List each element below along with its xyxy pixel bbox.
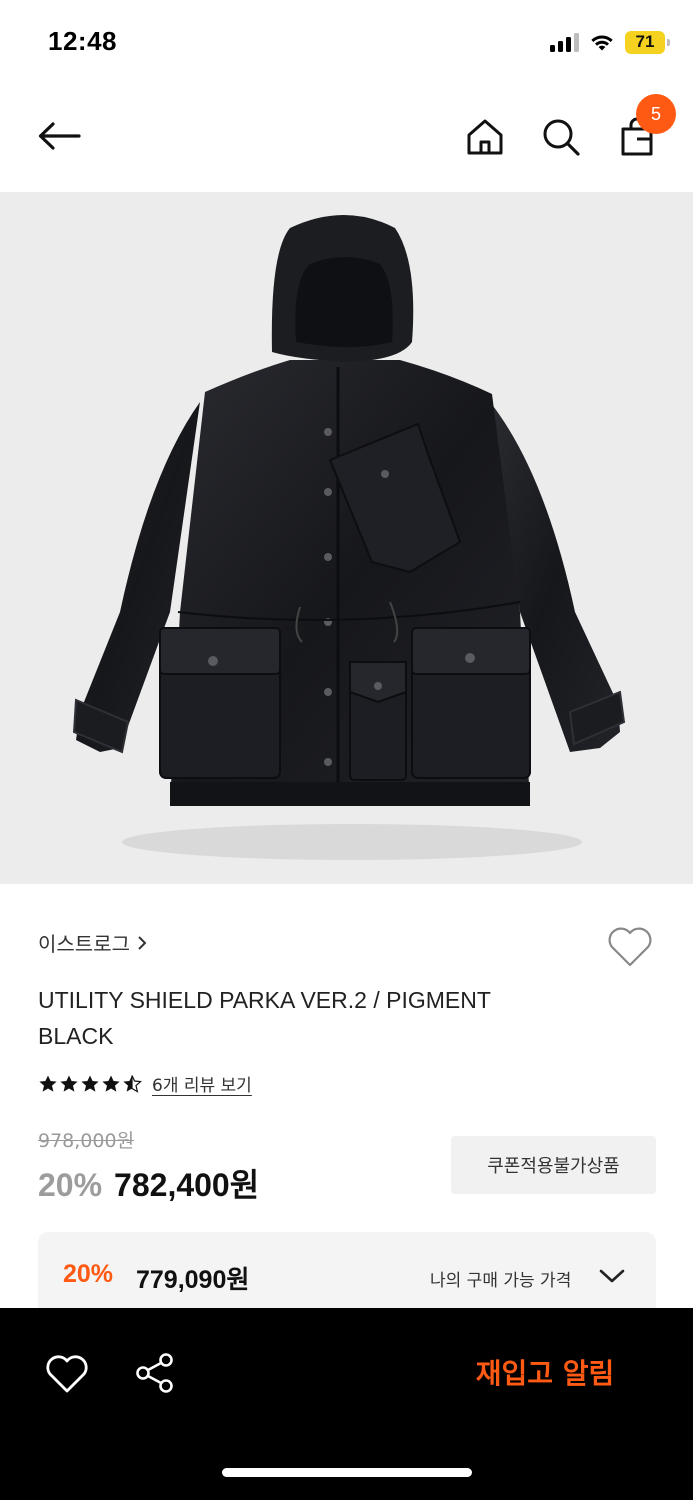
home-icon bbox=[467, 119, 503, 155]
product-title: UTILITY SHIELD PARKA VER.2 / PIGMENT BLA… bbox=[38, 982, 598, 1054]
my-price-value: 779,090원 bbox=[136, 1266, 250, 1294]
product-image[interactable] bbox=[0, 192, 693, 884]
heart-icon bbox=[46, 1355, 88, 1393]
home-button[interactable] bbox=[462, 114, 508, 160]
status-bar: 12:48 71 bbox=[0, 0, 693, 86]
bottom-action-bar: 재입고 알림 bbox=[0, 1308, 693, 1500]
status-icons: 71 bbox=[550, 29, 670, 55]
review-link[interactable]: 6개 리뷰 보기 bbox=[152, 1071, 252, 1096]
discount-rate: 20% bbox=[38, 1167, 103, 1203]
bottom-wishlist-button[interactable] bbox=[44, 1352, 90, 1398]
top-nav bbox=[0, 86, 693, 192]
original-price: 978,000원 bbox=[38, 1130, 135, 1152]
share-icon bbox=[136, 1353, 173, 1393]
wifi-icon bbox=[591, 35, 613, 51]
cart-count-badge: 5 bbox=[636, 94, 676, 134]
product-title-line-1: UTILITY SHIELD PARKA VER.2 / PIGMENT bbox=[38, 987, 491, 1013]
coupon-not-applicable-tag: 쿠폰적용불가상품 bbox=[451, 1136, 656, 1194]
sale-price: 782,400원 bbox=[114, 1167, 260, 1203]
share-button[interactable] bbox=[132, 1350, 178, 1396]
star-icon bbox=[39, 1075, 57, 1092]
rating-row: 6개 리뷰 보기 bbox=[38, 1071, 252, 1096]
product-title-line-2: BLACK bbox=[38, 1023, 114, 1049]
my-price-rate: 20% bbox=[63, 1260, 114, 1288]
back-button[interactable] bbox=[36, 116, 82, 156]
star-icon bbox=[60, 1075, 78, 1092]
search-button[interactable] bbox=[538, 114, 584, 160]
brand-name: 이스트로그 bbox=[38, 932, 130, 956]
chevron-down-icon bbox=[599, 1269, 625, 1283]
brand-link[interactable]: 이스트로그 bbox=[38, 928, 148, 957]
my-price-label: 나의 구매 가능 가격 bbox=[430, 1271, 572, 1291]
star-icon bbox=[81, 1075, 99, 1092]
home-indicator bbox=[222, 1468, 472, 1477]
back-arrow-icon bbox=[38, 122, 81, 150]
signal-icon bbox=[550, 32, 579, 52]
star-icon bbox=[102, 1075, 120, 1092]
status-time: 12:48 bbox=[48, 26, 117, 56]
parka-product-image bbox=[72, 215, 626, 860]
battery-icon: 71 bbox=[625, 30, 670, 54]
chevron-right-icon bbox=[138, 935, 147, 950]
search-icon bbox=[543, 119, 580, 156]
price-row: 20% 782,400원 bbox=[38, 1160, 259, 1206]
wishlist-button[interactable] bbox=[606, 924, 654, 970]
half-star-icon bbox=[123, 1074, 142, 1093]
restock-alert-button[interactable]: 재입고 알림 bbox=[440, 1344, 650, 1400]
rating-stars bbox=[38, 1074, 142, 1094]
heart-outline-icon bbox=[608, 927, 652, 967]
